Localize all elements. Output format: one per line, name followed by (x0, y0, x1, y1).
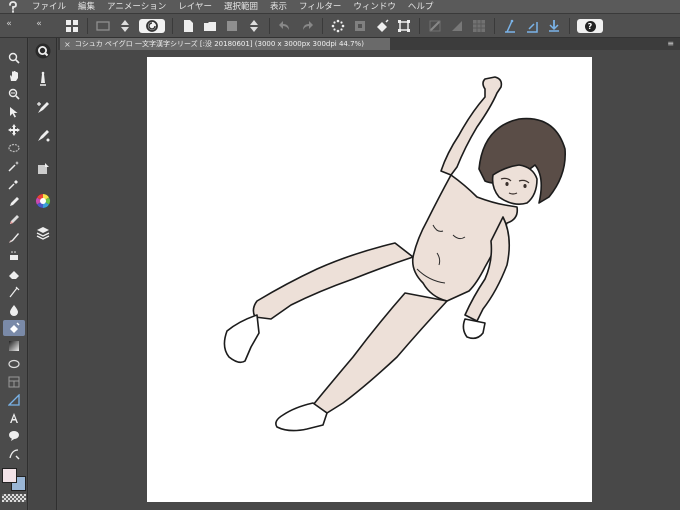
command-icons: ? (62, 16, 605, 36)
menu-help[interactable]: ヘルプ (402, 0, 440, 14)
text-tool-icon[interactable] (3, 410, 25, 426)
divider (569, 18, 570, 34)
tool-property-icon[interactable] (32, 96, 54, 118)
menu-selection[interactable]: 選択範囲 (218, 0, 264, 14)
sub-tool-icon[interactable] (32, 68, 54, 90)
snap-grid-icon[interactable] (469, 16, 489, 36)
color-wheel-icon[interactable] (32, 190, 54, 212)
airbrush-tool-icon[interactable] (3, 248, 25, 264)
canvas-paper[interactable] (147, 57, 592, 502)
undo-icon[interactable] (275, 16, 295, 36)
tab-menu-icon[interactable]: ≡ (667, 39, 674, 48)
layer-property-icon[interactable] (32, 158, 54, 180)
command-bar: « « ? (0, 14, 680, 38)
brush-size-icon[interactable] (32, 124, 54, 146)
clip-studio-logo-button[interactable] (137, 16, 167, 36)
document-tab-bar: × コシュカ ペイグロ 一文字漢字シリーズ [:没 20180601] (300… (58, 38, 680, 50)
fill-icon[interactable] (372, 16, 392, 36)
figure-tool-icon[interactable] (3, 356, 25, 372)
help-icon: ? (577, 19, 603, 33)
main-color-swatch[interactable] (2, 468, 17, 483)
correct-line-tool-icon[interactable] (3, 446, 25, 462)
help-label: ? (584, 20, 596, 32)
snap-perspective-icon[interactable] (522, 16, 542, 36)
divider (269, 18, 270, 34)
menu-window[interactable]: ウィンドウ (347, 0, 402, 14)
main-menu-icon[interactable] (62, 16, 82, 36)
frame-border-tool-icon[interactable] (3, 374, 25, 390)
snap-vector-icon[interactable] (544, 16, 564, 36)
clip-studio-icon[interactable] (93, 16, 113, 36)
document-title: コシュカ ペイグロ 一文字漢字シリーズ [:没 20180601] (3000 … (74, 40, 364, 48)
gradient-tool-icon[interactable] (3, 338, 25, 354)
clear-icon[interactable] (328, 16, 348, 36)
collapse-subtool-panel-button[interactable]: « (32, 18, 46, 30)
divider (494, 18, 495, 34)
ruler-hide-icon[interactable] (425, 16, 445, 36)
fill-tool-icon[interactable] (3, 320, 25, 336)
hand-tool-icon[interactable] (3, 68, 25, 84)
spin-arrows-icon[interactable] (244, 16, 264, 36)
transparent-color-swatch[interactable] (2, 494, 26, 502)
open-folder-icon[interactable] (200, 16, 220, 36)
eraser-tool-icon[interactable] (3, 266, 25, 282)
palette-icon-strip (29, 38, 57, 510)
layer-icon[interactable] (32, 222, 54, 244)
balloon-tool-icon[interactable] (3, 428, 25, 444)
snap-special-ruler-icon[interactable] (500, 16, 520, 36)
close-tab-icon[interactable]: × (64, 40, 71, 49)
divider (87, 18, 88, 34)
eyedropper-tool-icon[interactable] (3, 176, 25, 192)
ink-drop-tool-icon[interactable] (3, 302, 25, 318)
menu-bar: ファイル 編集 アニメーション レイヤー 選択範囲 表示 フィルター ウィンドウ… (0, 0, 680, 14)
zoom-tool-icon[interactable] (3, 50, 25, 66)
menu-view[interactable]: 表示 (264, 0, 293, 14)
brush-tool-icon[interactable] (3, 230, 25, 246)
transform-icon[interactable] (394, 16, 414, 36)
snap-ruler-icon[interactable] (447, 16, 467, 36)
menu-layer[interactable]: レイヤー (172, 0, 218, 14)
pen-tool-icon[interactable] (3, 194, 25, 210)
operation-tool-icon[interactable] (3, 104, 25, 120)
pencil-tool-icon[interactable] (3, 212, 25, 228)
canvas-area[interactable] (58, 50, 680, 510)
app-window: ファイル 編集 アニメーション レイヤー 選択範囲 表示 フィルター ウィンドウ… (0, 0, 680, 510)
selection-tool-icon[interactable] (3, 140, 25, 156)
new-file-icon[interactable] (178, 16, 198, 36)
figure-drawing (223, 76, 566, 432)
rotate-tool-icon[interactable] (3, 86, 25, 102)
blend-tool-icon[interactable] (3, 284, 25, 300)
menu-animation[interactable]: アニメーション (101, 0, 172, 14)
menu-filter[interactable]: フィルター (293, 0, 347, 14)
redo-icon[interactable] (297, 16, 317, 36)
document-tab[interactable]: × コシュカ ペイグロ 一文字漢字シリーズ [:没 20180601] (300… (60, 38, 390, 50)
divider (172, 18, 173, 34)
auto-select-tool-icon[interactable] (3, 158, 25, 174)
collapse-tool-panel-button[interactable]: « (2, 18, 16, 30)
move-layer-tool-icon[interactable] (3, 122, 25, 138)
ruler-tool-icon[interactable] (3, 392, 25, 408)
divider (419, 18, 420, 34)
spin-arrows-icon[interactable] (115, 16, 135, 36)
app-logo-icon[interactable] (0, 0, 26, 14)
clear-outside-selection-icon[interactable] (350, 16, 370, 36)
divider (322, 18, 323, 34)
tool-palette (0, 38, 28, 510)
search-icon[interactable] (32, 40, 54, 62)
menu-file[interactable]: ファイル (26, 0, 72, 14)
clip-studio-logo-icon (139, 19, 165, 33)
help-button[interactable]: ? (575, 16, 605, 36)
color-icon-box[interactable] (2, 468, 26, 504)
save-icon[interactable] (222, 16, 242, 36)
menu-edit[interactable]: 編集 (72, 0, 101, 14)
